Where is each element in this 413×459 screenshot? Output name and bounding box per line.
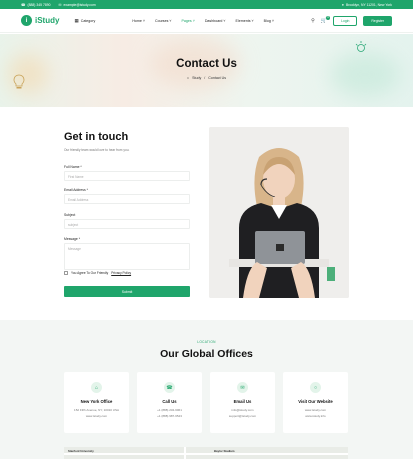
email-contact[interactable]: ✉ example@istudy.com xyxy=(58,3,95,7)
nav-item-blog[interactable]: Blog ˅ xyxy=(264,19,274,23)
submit-button[interactable]: Submit xyxy=(64,286,190,297)
globe-icon: ○ xyxy=(310,382,321,393)
offices-title: Our Global Offices xyxy=(160,348,253,360)
mail-icon: ✉ xyxy=(58,2,62,7)
message-textarea[interactable]: Message xyxy=(64,243,190,270)
subject-label: Subject xyxy=(64,213,76,217)
logo-icon: i xyxy=(21,15,32,26)
support-agent-illustration xyxy=(209,127,349,298)
full-name-label: Full Name * xyxy=(64,165,82,169)
cart-count-badge: 0 xyxy=(326,15,331,20)
idea-icon xyxy=(355,41,367,52)
phone-icon: ☎ xyxy=(164,382,175,393)
location-icon: ● xyxy=(341,2,344,7)
cart-icon[interactable]: 🛒 0 xyxy=(321,15,331,24)
category-menu[interactable]: ▦ Category xyxy=(74,18,95,24)
message-label: Message * xyxy=(64,237,81,241)
nav-item-home[interactable]: Home ˅ xyxy=(132,19,145,23)
office-card-call[interactable]: ☎ Call Us +1 (888) 234-6061 +1 (888) 987… xyxy=(137,372,202,433)
map-road xyxy=(184,447,186,459)
map-label: Stanford University xyxy=(68,449,94,453)
grid-icon: ▦ xyxy=(74,17,79,23)
nav-item-dashboard[interactable]: Dashboard ˅ xyxy=(205,19,226,23)
support-agent-photo xyxy=(209,127,349,298)
primary-menu: Home ˅ Courses ˅ Pages ˅ Dashboard ˅ Ele… xyxy=(132,19,274,23)
nav-item-courses[interactable]: Courses ˅ xyxy=(155,19,172,23)
address-info: ● Brooklyn, NY 11201, New York xyxy=(341,2,392,7)
register-button[interactable]: Register xyxy=(363,15,392,26)
office-card-email[interactable]: ✉ Email Us info@istudy.com support@istud… xyxy=(210,372,275,433)
privacy-policy-link[interactable]: Privacy Policy xyxy=(111,271,131,275)
page-hero: Contact Us ⌂ Study / Contact Us xyxy=(0,34,413,107)
office-card-newyork[interactable]: ⌂ New York Office 152 Fifth Avenue, NY, … xyxy=(64,372,129,433)
mail-icon: ✉ xyxy=(237,382,248,393)
map-road xyxy=(64,453,348,455)
agree-checkbox[interactable] xyxy=(64,271,68,275)
login-button[interactable]: Login xyxy=(333,15,358,26)
top-bar: ☎ (888) 345 7890 ✉ example@istudy.com ● Bro… xyxy=(0,0,413,9)
home-icon: ⌂ xyxy=(186,76,190,80)
office-card-website[interactable]: ○ Visit Our Website www.istudy.com www.i… xyxy=(283,372,348,433)
breadcrumb-home[interactable]: Study xyxy=(192,76,201,80)
privacy-agreement: You Agree To Our Friendly Privacy Policy xyxy=(64,271,131,275)
phone-icon: ☎ xyxy=(21,2,26,7)
offices-eyebrow: LOCATION xyxy=(197,340,216,344)
full-name-input[interactable]: First Name xyxy=(64,171,190,181)
email-label: Email Address * xyxy=(64,188,88,192)
site-logo[interactable]: i iStudy xyxy=(21,15,59,26)
nav-item-elements[interactable]: Elements ˅ xyxy=(236,19,254,23)
email-input[interactable]: Email Address xyxy=(64,194,190,204)
breadcrumb-current: Contact Us xyxy=(208,76,227,80)
page-title: Contact Us xyxy=(176,58,237,70)
search-icon[interactable]: ⚲ xyxy=(311,18,315,24)
main-navbar: i iStudy ▦ Category Home ˅ Courses ˅ Pag… xyxy=(0,9,413,33)
subject-input[interactable]: subject xyxy=(64,219,190,229)
home-icon: ⌂ xyxy=(91,382,102,393)
phone-contact[interactable]: ☎ (888) 345 7890 xyxy=(21,3,50,7)
nav-item-pages[interactable]: Pages ˅ xyxy=(182,19,195,23)
form-title: Get in touch xyxy=(64,131,129,143)
map-label: Baylor Stadium xyxy=(214,449,235,453)
form-subtitle: Our friendly team would love to hear fro… xyxy=(64,148,130,152)
location-map[interactable]: Stanford University Baylor Stadium xyxy=(64,447,348,459)
breadcrumb: ⌂ Study / Contact Us xyxy=(186,76,227,80)
